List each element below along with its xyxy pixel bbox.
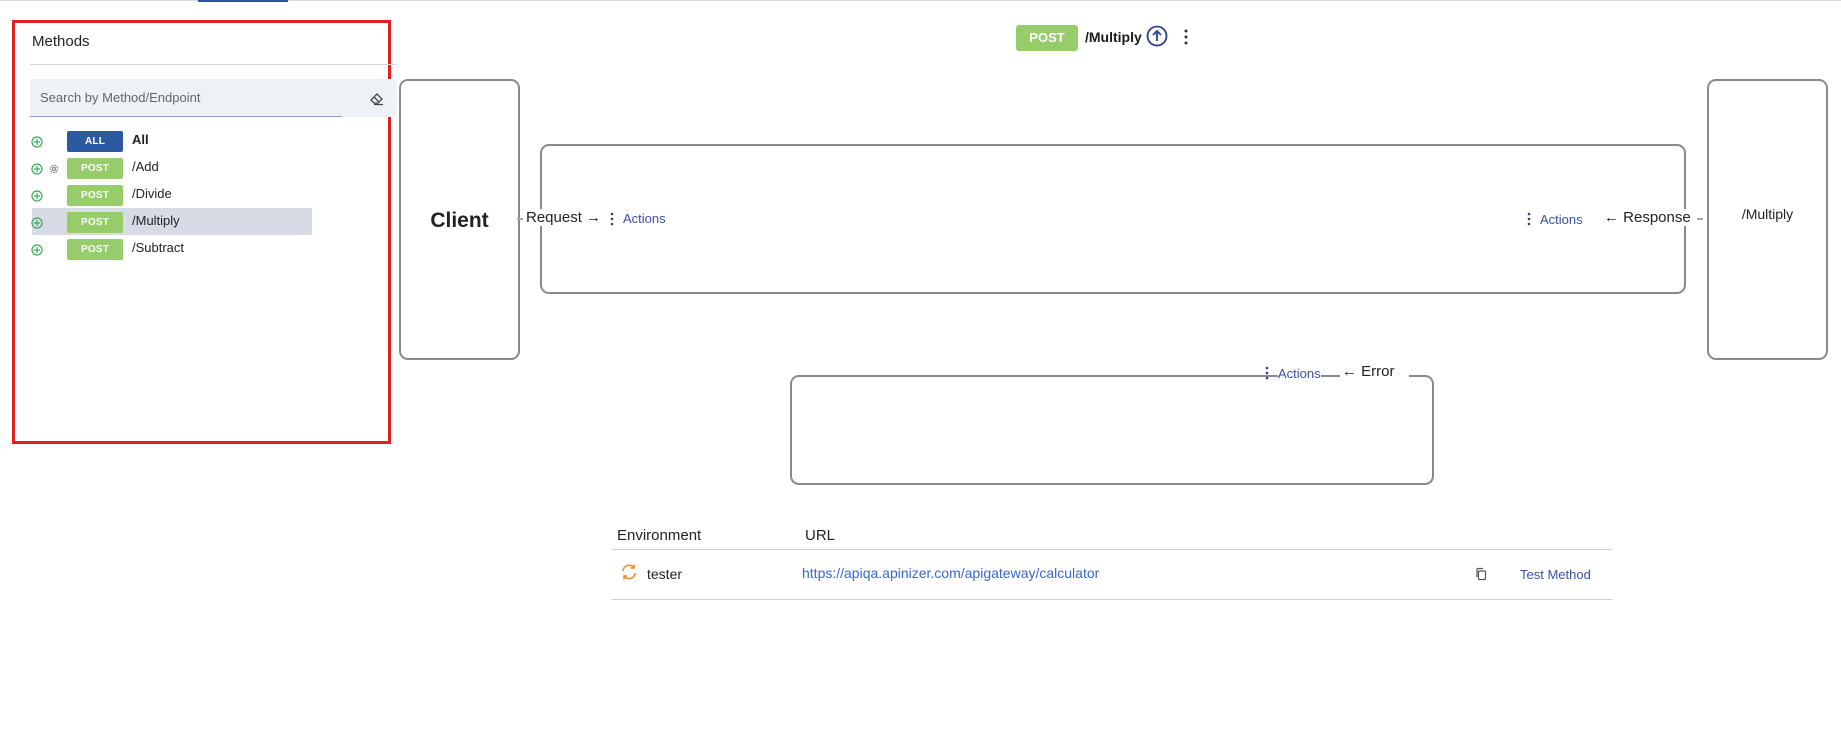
- more-vertical-icon[interactable]: [1181, 27, 1191, 47]
- method-item-label: /Divide: [132, 186, 172, 201]
- target-endpoint-label: /Multiply: [1741, 206, 1794, 222]
- refresh-icon: [622, 564, 636, 580]
- active-tab-indicator: [198, 0, 288, 2]
- table-row-divider: [612, 599, 1612, 600]
- environment-url-link[interactable]: https://apiqa.apinizer.com/apigateway/ca…: [802, 565, 1099, 581]
- header-method-badge: POST: [1016, 25, 1078, 51]
- header-endpoint: /Multiply: [1085, 29, 1142, 45]
- request-response-flow-box: [540, 144, 1686, 294]
- environment-name: tester: [647, 566, 683, 582]
- method-item-subtract[interactable]: POST /Subtract: [15, 237, 375, 263]
- copy-icon[interactable]: [1474, 567, 1488, 581]
- target-connector: [1697, 218, 1703, 220]
- methods-panel: Methods ALL All POST /Add: [12, 20, 397, 444]
- methods-title: Methods: [32, 33, 90, 50]
- method-item-add[interactable]: POST /Add: [15, 156, 375, 182]
- method-badge-post: POST: [67, 185, 123, 206]
- error-actions-link[interactable]: Actions: [1278, 366, 1321, 381]
- method-item-label: /Multiply: [132, 213, 180, 228]
- test-method-button[interactable]: Test Method: [1520, 567, 1591, 582]
- environment-column-header: Environment: [617, 527, 702, 544]
- request-actions-link[interactable]: Actions: [623, 211, 666, 226]
- table-header-divider: [612, 549, 1612, 550]
- method-item-label: /Add: [132, 159, 159, 174]
- eraser-icon[interactable]: [369, 90, 385, 106]
- method-item-label: /Subtract: [132, 240, 185, 255]
- more-vertical-icon[interactable]: [608, 211, 616, 227]
- add-circle-icon[interactable]: [31, 190, 43, 202]
- method-badge-post: POST: [67, 212, 123, 233]
- method-item-all[interactable]: ALL All: [15, 129, 375, 155]
- add-circle-icon[interactable]: [31, 163, 43, 175]
- method-badge-post: POST: [67, 158, 123, 179]
- search-input[interactable]: [30, 79, 342, 117]
- add-circle-icon[interactable]: [31, 136, 43, 148]
- response-label: ← Response: [1602, 209, 1693, 226]
- url-column-header: URL: [805, 527, 836, 544]
- add-circle-icon[interactable]: [31, 217, 43, 229]
- method-badge-post: POST: [67, 239, 123, 260]
- method-item-label: All: [132, 132, 149, 147]
- error-label: ← Error: [1340, 363, 1409, 380]
- add-circle-icon[interactable]: [31, 244, 43, 256]
- gear-icon[interactable]: [48, 163, 60, 175]
- method-item-multiply[interactable]: POST /Multiply: [15, 208, 375, 236]
- target-endpoint-box: /Multiply: [1707, 79, 1828, 360]
- arrow-up-circle-icon[interactable]: [1146, 25, 1168, 47]
- error-flow-box: [790, 375, 1434, 485]
- method-item-divide[interactable]: POST /Divide: [15, 183, 375, 209]
- method-badge-all: ALL: [67, 131, 123, 152]
- more-vertical-icon[interactable]: [1263, 365, 1271, 381]
- client-box: Client: [399, 79, 520, 360]
- search-box: [30, 79, 397, 117]
- client-connector: [517, 218, 523, 220]
- response-actions-link[interactable]: Actions: [1540, 212, 1583, 227]
- request-label: Request →: [524, 209, 604, 226]
- methods-divider: [30, 64, 397, 65]
- more-vertical-icon[interactable]: [1525, 211, 1533, 227]
- client-label: Client: [430, 209, 489, 232]
